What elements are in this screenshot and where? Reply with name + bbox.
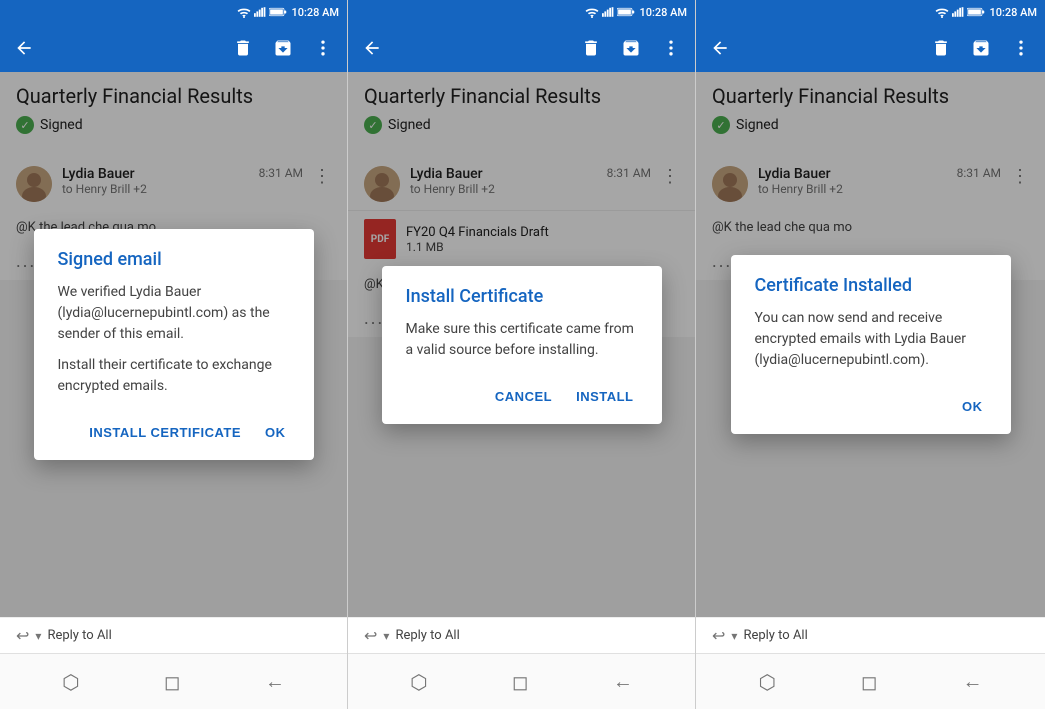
overlay-2: Install Certificate Make sure this certi… [348, 72, 695, 617]
nav-home-icon-2[interactable]: ◻ [512, 670, 529, 694]
dialog-1: Signed email We verified Lydia Bauer (ly… [34, 229, 314, 460]
status-bar-3: 10:28 AM [696, 0, 1045, 24]
status-bar-2: 10:28 AM [348, 0, 695, 24]
dialog-title-1: Signed email [58, 249, 290, 270]
archive-button-1[interactable] [267, 32, 299, 64]
app-bar-1 [0, 24, 347, 72]
wifi-icon [237, 6, 251, 18]
back-button-2[interactable] [356, 32, 388, 64]
dialog-body-1: We verified Lydia Bauer (lydia@lucernepu… [58, 282, 290, 397]
battery-icon [269, 7, 287, 17]
wifi-icon-2 [585, 6, 599, 18]
dialog-2: Install Certificate Make sure this certi… [382, 266, 662, 424]
nav-back-icon-3[interactable]: ← [963, 669, 983, 694]
delete-button-3[interactable] [925, 32, 957, 64]
dialog-title-3: Certificate Installed [755, 275, 987, 296]
signal-icon-2 [602, 6, 614, 18]
reply-dropdown-icon-2[interactable]: ▾ [383, 629, 389, 643]
back-button-3[interactable] [704, 32, 736, 64]
archive-button-2[interactable] [615, 32, 647, 64]
time-display-1: 10:28 AM [291, 6, 339, 19]
install-certificate-button[interactable]: INSTALL CERTIFICATE [85, 417, 245, 448]
nav-back-icon-2[interactable]: ← [613, 669, 633, 694]
delete-button-2[interactable] [575, 32, 607, 64]
status-bar-1: 10:28 AM [0, 0, 347, 24]
email-background-3: Quarterly Financial Results ✓ Signed Lyd… [696, 72, 1045, 617]
time-display-2: 10:28 AM [639, 6, 687, 19]
status-icons-2 [585, 6, 635, 18]
dialog-body-2: Make sure this certificate came from a v… [406, 319, 638, 361]
install-button-2[interactable]: INSTALL [572, 381, 637, 412]
reply-arrow-icon-1: ↩ [16, 626, 29, 645]
dialog-actions-2: CANCEL INSTALL [406, 377, 638, 412]
wifi-icon-3 [935, 6, 949, 18]
signal-icon-3 [952, 6, 964, 18]
reply-section-1: ↩ ▾ Reply to All [0, 617, 347, 653]
dialog-actions-1: INSTALL CERTIFICATE OK [58, 413, 290, 448]
nav-back-icon-1[interactable]: ← [265, 669, 285, 694]
overlay-3: Certificate Installed You can now send a… [696, 72, 1045, 617]
email-background-2: Quarterly Financial Results ✓ Signed Lyd… [348, 72, 695, 617]
reply-label-3[interactable]: Reply to All [743, 628, 807, 643]
reply-label-1[interactable]: Reply to All [47, 628, 111, 643]
reply-dropdown-icon-3[interactable]: ▾ [731, 629, 737, 643]
battery-icon-2 [617, 7, 635, 17]
dialog-ok-button-1[interactable]: OK [261, 417, 290, 448]
reply-arrow-icon-3: ↩ [712, 626, 725, 645]
battery-icon-3 [967, 7, 985, 17]
signal-icon [254, 6, 266, 18]
dialog-body-3: You can now send and receive encrypted e… [755, 308, 987, 371]
reply-section-3: ↩ ▾ Reply to All [696, 617, 1045, 653]
reply-arrow-icon-2: ↩ [364, 626, 377, 645]
more-button-3[interactable] [1005, 32, 1037, 64]
nav-recent-icon-3[interactable]: ⬡ [758, 670, 775, 694]
email-background-1: Quarterly Financial Results ✓ Signed Lyd… [0, 72, 347, 617]
status-icons-1 [237, 6, 287, 18]
bottom-bar-2: ⬡ ◻ ← [348, 653, 695, 709]
back-button-1[interactable] [8, 32, 40, 64]
nav-recent-icon-1[interactable]: ⬡ [62, 670, 79, 694]
app-bar-3 [696, 24, 1045, 72]
archive-button-3[interactable] [965, 32, 997, 64]
reply-dropdown-icon-1[interactable]: ▾ [35, 629, 41, 643]
status-icons-3 [935, 6, 985, 18]
phone-panel-3: 10:28 AM Quarterly Financial Res [696, 0, 1045, 709]
nav-recent-icon-2[interactable]: ⬡ [410, 670, 427, 694]
delete-button-1[interactable] [227, 32, 259, 64]
time-display-3: 10:28 AM [989, 6, 1037, 19]
dialog-3: Certificate Installed You can now send a… [731, 255, 1011, 434]
phone-panel-2: 10:28 AM Quarterly Financial Res [348, 0, 696, 709]
reply-label-2[interactable]: Reply to All [395, 628, 459, 643]
dialog-title-2: Install Certificate [406, 286, 638, 307]
bottom-bar-1: ⬡ ◻ ← [0, 653, 347, 709]
phone-panel-1: 10:28 AM Quarterly Financial Res [0, 0, 348, 709]
nav-home-icon-1[interactable]: ◻ [164, 670, 181, 694]
ok-button-3[interactable]: OK [958, 391, 987, 422]
more-button-1[interactable] [307, 32, 339, 64]
dialog-actions-3: OK [755, 387, 987, 422]
reply-section-2: ↩ ▾ Reply to All [348, 617, 695, 653]
overlay-1: Signed email We verified Lydia Bauer (ly… [0, 72, 347, 617]
app-bar-2 [348, 24, 695, 72]
bottom-bar-3: ⬡ ◻ ← [696, 653, 1045, 709]
nav-home-icon-3[interactable]: ◻ [861, 670, 878, 694]
cancel-button-2[interactable]: CANCEL [491, 381, 556, 412]
more-button-2[interactable] [655, 32, 687, 64]
